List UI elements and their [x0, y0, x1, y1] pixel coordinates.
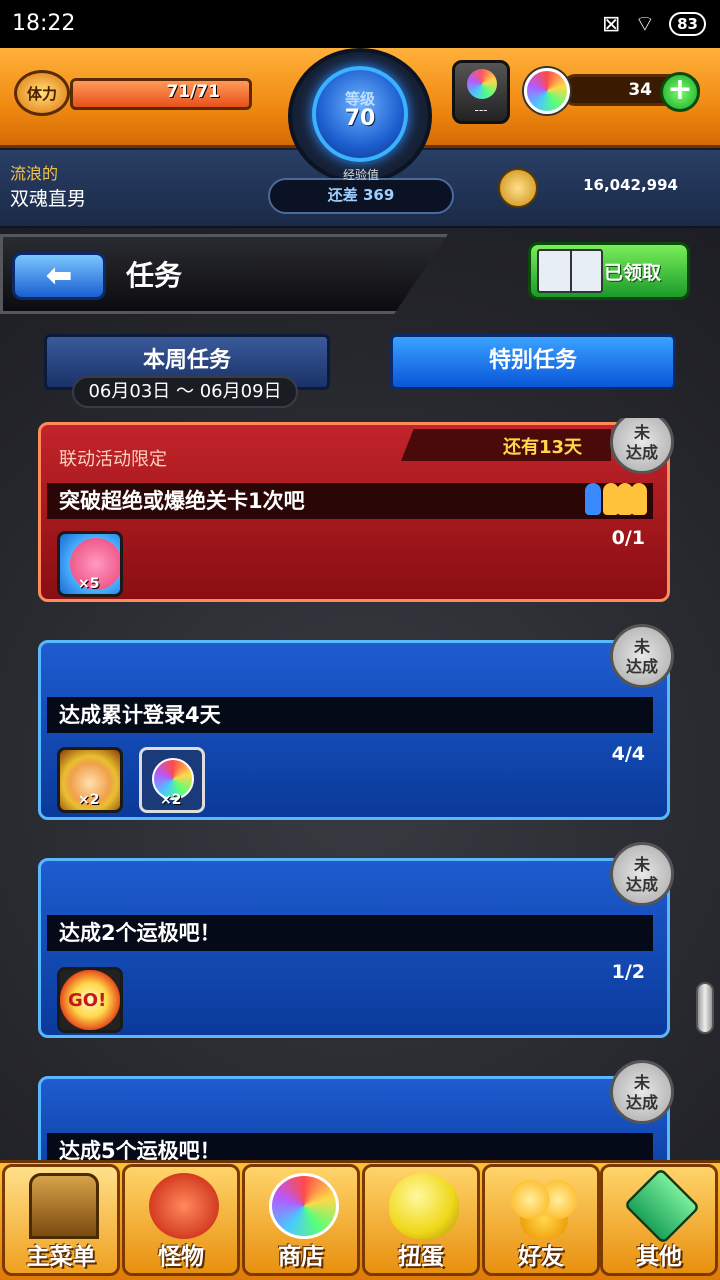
status-icons: ⊠ ⌔ 83 — [602, 10, 706, 38]
stamina-badge: 体力 — [14, 70, 70, 116]
tab-special-missions[interactable]: 特别任务 — [390, 334, 676, 390]
remaining-days: 还有13天 — [503, 437, 583, 458]
wifi-icon: ⌔ — [634, 12, 656, 37]
nav-label: 好友 — [518, 1244, 564, 1270]
orb-count: 34 — [628, 80, 652, 100]
home-icon — [29, 1173, 99, 1239]
mission-title: 达成2个运极吧！ — [59, 921, 221, 945]
gacha-egg-icon — [389, 1173, 459, 1239]
mission-title: 达成累计登录4天 — [59, 703, 221, 727]
shop-orb-icon — [269, 1173, 339, 1239]
nav-label: 主菜单 — [26, 1244, 96, 1270]
reward-go-icon[interactable]: GO! — [57, 967, 123, 1033]
nav-label: 怪物 — [158, 1244, 204, 1270]
nav-shop[interactable]: 商店 — [242, 1164, 360, 1276]
nav-friends[interactable]: 好友 — [482, 1164, 600, 1276]
book-icon — [537, 249, 603, 293]
add-orbs-button[interactable]: + — [660, 72, 700, 112]
mission-card[interactable]: 达成累计登录4天 4/4 ×2 ×2 — [38, 640, 670, 820]
back-button[interactable]: ⬅ — [12, 252, 106, 300]
nav-label: 扭蛋 — [398, 1244, 444, 1270]
not-achieved-stamp: 未 达成 — [610, 842, 674, 906]
nav-monster[interactable]: 怪物 — [122, 1164, 240, 1276]
nav-gacha[interactable]: 扭蛋 — [362, 1164, 480, 1276]
stamina-value: 71/71 — [166, 82, 220, 102]
app-root: 18:22 ⊠ ⌔ 83 体力 71/71 等级 70 经验值 还差 369 -… — [0, 0, 720, 1280]
mission-progress: 0/1 — [611, 527, 645, 549]
gacha-ball-icon — [467, 69, 497, 99]
scrollbar-thumb[interactable] — [696, 982, 714, 1034]
mission-title: 达成5个运极吧！ — [59, 1139, 221, 1160]
mission-card[interactable]: 达成5个运极吧！ — [38, 1076, 670, 1160]
nav-main-menu[interactable]: 主菜单 — [2, 1164, 120, 1276]
level-value: 70 — [344, 106, 376, 131]
mission-title-band: 达成5个运极吧！ — [47, 1133, 653, 1160]
scrollbar-track[interactable] — [698, 418, 714, 1160]
mission-list[interactable]: 还有13天 联动活动限定 突破超绝或爆绝关卡1次吧 0/1 ×5 达成累计登录4… — [0, 418, 720, 1160]
gacha-machine-icon[interactable]: --- — [452, 60, 510, 124]
mission-progress: 4/4 — [611, 743, 645, 765]
page-title: 任务 — [126, 259, 183, 292]
mission-title-band: 突破超绝或爆绝关卡1次吧 — [47, 483, 653, 519]
monster-icon — [149, 1173, 219, 1239]
other-icon — [623, 1167, 701, 1245]
nav-other[interactable]: 其他 — [600, 1164, 718, 1276]
weekly-date-range: 06月03日 ～ 06月09日 — [72, 376, 298, 408]
reward-multiplier: ×2 — [78, 792, 100, 808]
player-title-line2: 双魂直男 — [10, 188, 87, 210]
gold-coin-icon — [498, 168, 538, 208]
reward-orb-icon[interactable]: ×2 — [139, 747, 205, 813]
mission-card[interactable]: 还有13天 联动活动限定 突破超绝或爆绝关卡1次吧 0/1 ×5 — [38, 422, 670, 602]
reward-character-icon[interactable]: ×5 — [57, 531, 123, 597]
battery-icon: 83 — [669, 12, 706, 36]
claimed-button-label: 已领取 — [604, 262, 662, 284]
exp-remaining: 还差 369 — [327, 186, 395, 204]
status-time: 18:22 — [12, 11, 76, 36]
not-achieved-stamp: 未 达成 — [610, 624, 674, 688]
mission-title: 突破超绝或爆绝关卡1次吧 — [59, 489, 305, 513]
no-sim-icon: ⊠ — [602, 11, 621, 37]
status-bar: 18:22 ⊠ ⌔ 83 — [0, 0, 720, 48]
gold-amount: 16,042,994 — [583, 176, 678, 194]
player-title-line1: 流浪的 — [10, 164, 59, 183]
mission-progress: 1/2 — [611, 961, 645, 983]
back-arrow-icon: ⬅ — [45, 256, 73, 294]
nav-label: 其他 — [636, 1244, 682, 1270]
orb-icon — [524, 68, 570, 114]
not-achieved-stamp: 未 达成 — [610, 1060, 674, 1124]
exp-label: 经验值 — [342, 168, 379, 182]
limited-event-label: 联动活动限定 — [59, 449, 167, 470]
reward-character-icon[interactable]: ×2 — [57, 747, 123, 813]
reward-multiplier: ×5 — [78, 576, 100, 592]
mission-title-band: 达成累计登录4天 — [47, 697, 653, 733]
player-count-icon — [585, 483, 649, 519]
go-label: GO! — [68, 990, 107, 1011]
friends-icon — [509, 1173, 579, 1239]
nav-label: 商店 — [278, 1244, 324, 1270]
mission-title-band: 达成2个运极吧！ — [47, 915, 653, 951]
mission-card[interactable]: 达成2个运极吧！ 1/2 GO! — [38, 858, 670, 1038]
gacha-text: --- — [474, 103, 488, 117]
reward-multiplier: ×2 — [160, 792, 182, 808]
